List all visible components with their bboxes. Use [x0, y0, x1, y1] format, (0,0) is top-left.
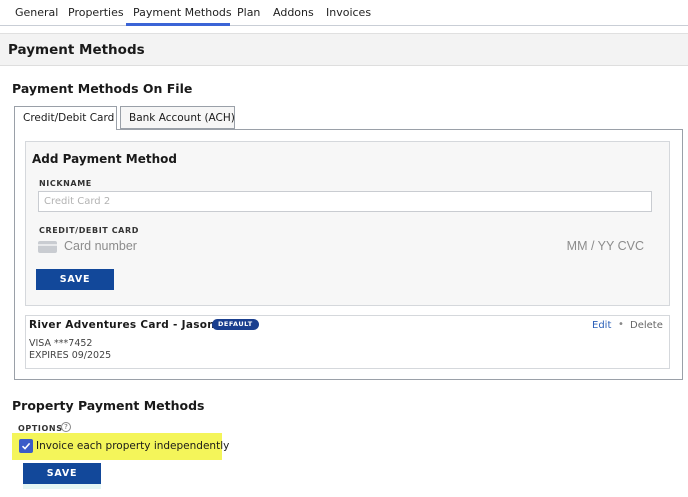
invoice-independently-label[interactable]: Invoice each property independently: [36, 440, 229, 452]
save-property-button[interactable]: SAVE: [23, 463, 101, 484]
tab-credit-debit-card[interactable]: Credit/Debit Card: [14, 106, 117, 130]
options-label: OPTIONS: [18, 424, 63, 433]
help-icon[interactable]: ?: [61, 422, 71, 432]
saved-card-number: VISA ***7452: [29, 338, 93, 349]
on-file-title: Payment Methods On File: [12, 81, 193, 96]
action-separator: •: [618, 319, 624, 330]
tab-general[interactable]: General: [15, 6, 58, 19]
page-title: Payment Methods: [8, 42, 145, 58]
active-tab-indicator: [126, 23, 230, 26]
saved-card-expiry: EXPIRES 09/2025: [29, 350, 112, 361]
card-label: CREDIT/DEBIT CARD: [39, 226, 139, 235]
tab-invoices[interactable]: Invoices: [326, 6, 371, 19]
delete-card-link[interactable]: Delete: [630, 320, 663, 331]
invoice-independently-checkbox[interactable]: [19, 439, 33, 453]
button-glow: [23, 484, 101, 489]
card-number-placeholder: Card number: [64, 239, 137, 253]
save-card-button[interactable]: SAVE: [36, 269, 114, 290]
tab-payment-methods[interactable]: Payment Methods: [133, 6, 232, 19]
nickname-input[interactable]: [38, 191, 652, 212]
nickname-label: NICKNAME: [39, 179, 92, 188]
saved-card-name: River Adventures Card - Jason: [29, 319, 216, 331]
checkmark-icon: [21, 442, 31, 450]
tab-addons[interactable]: Addons: [273, 6, 314, 19]
card-number-field[interactable]: Card number MM / YY CVC: [38, 238, 652, 256]
card-expiry-cvc-placeholder: MM / YY CVC: [566, 239, 644, 253]
tab-properties[interactable]: Properties: [68, 6, 124, 19]
tab-plan[interactable]: Plan: [237, 6, 260, 19]
top-nav: General Properties Payment Methods Plan …: [0, 0, 688, 26]
add-payment-title: Add Payment Method: [32, 152, 177, 166]
edit-card-link[interactable]: Edit: [592, 320, 611, 331]
tab-bank-account[interactable]: Bank Account (ACH): [120, 106, 235, 129]
page-header: Payment Methods: [0, 33, 688, 66]
property-payment-title: Property Payment Methods: [12, 398, 205, 413]
default-badge: DEFAULT: [212, 319, 259, 330]
credit-card-icon: [38, 241, 57, 253]
